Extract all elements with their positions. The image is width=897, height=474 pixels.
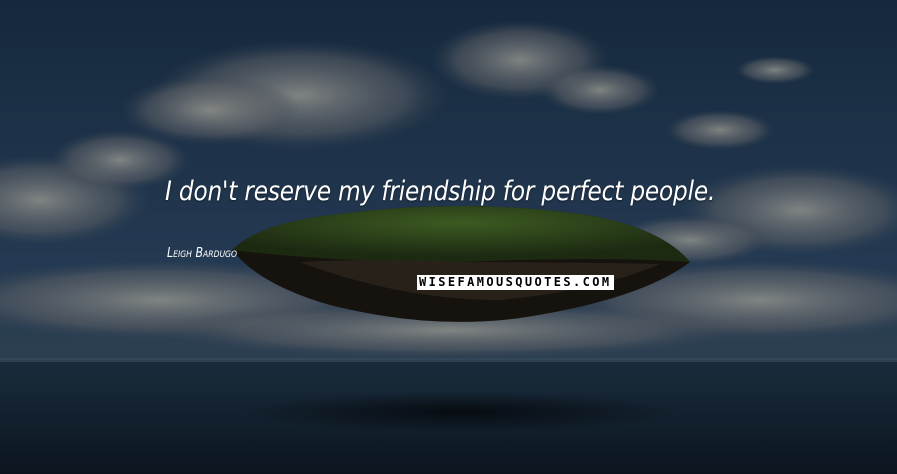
quote-text: I don't reserve my friendship for perfec… [165, 176, 716, 207]
quote-author: Leigh Bardugo [167, 246, 238, 261]
quote-image: I don't reserve my friendship for perfec… [0, 0, 897, 474]
site-watermark: WISEFAMOUSQUOTES.COM [417, 275, 614, 290]
background-photo [0, 0, 897, 474]
